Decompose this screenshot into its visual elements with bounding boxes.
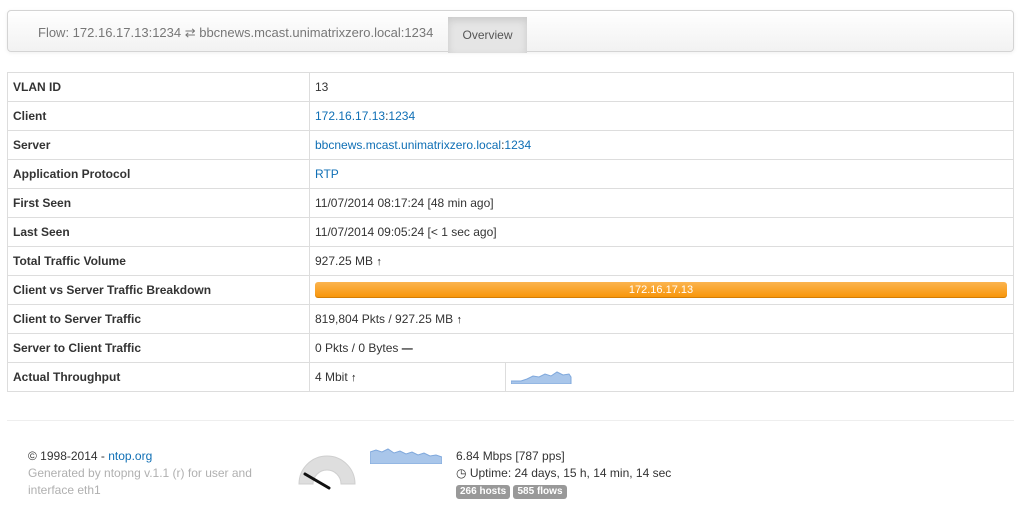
table-row: Server to Client Traffic 0 Pkts / 0 Byte… [7, 333, 1014, 363]
table-row: Server bbcnews.mcast.unimatrixzero.local… [7, 130, 1014, 160]
throughput-value: 4 Mbit [315, 370, 348, 384]
vlan-label: VLAN ID [7, 72, 310, 102]
footer-stats: 6.84 Mbps [787 pps] ◷ Uptime: 24 days, 1… [456, 448, 671, 499]
server-port-link[interactable]: 1234 [504, 138, 531, 152]
gauge-icon [298, 455, 356, 490]
server-value: bbcnews.mcast.unimatrixzero.local:1234 [309, 130, 1014, 160]
uptime-line: ◷ Uptime: 24 days, 15 h, 14 min, 14 sec [456, 465, 671, 482]
c2s-label: Client to Server Traffic [7, 304, 310, 334]
c2s-cell: 819,804 Pkts / 927.25 MB ↑ [309, 304, 1014, 334]
throughput-sparkline [510, 370, 572, 384]
throughput-sparkline-cell [505, 362, 1014, 392]
footer-credits: © 1998-2014 - ntop.org Generated by ntop… [28, 448, 268, 499]
table-row: Client 172.16.17.13:1234 [7, 101, 1014, 131]
protocol-label: Application Protocol [7, 159, 310, 189]
last-seen-value: 11/07/2014 09:05:24 [< 1 sec ago] [309, 217, 1014, 247]
last-seen-label: Last Seen [7, 217, 310, 247]
table-row: Application Protocol RTP [7, 159, 1014, 189]
table-row: Actual Throughput 4 Mbit ↑ [7, 362, 1014, 392]
footer-divider [7, 420, 1014, 421]
total-volume-value: 927.25 MB [315, 254, 374, 268]
client-label: Client [7, 101, 310, 131]
footer-sparkline [370, 448, 442, 464]
hosts-badge[interactable]: 266 hosts [456, 485, 511, 499]
copyright-line: © 1998-2014 - ntop.org [28, 448, 268, 465]
s2c-value: 0 Pkts / 0 Bytes [315, 341, 399, 355]
traffic-breakdown-bar: 172.16.17.13 [315, 282, 1007, 298]
flow-details-table: VLAN ID 13 Client 172.16.17.13:1234 Serv… [7, 72, 1014, 392]
tab-overview[interactable]: Overview [448, 17, 527, 53]
s2c-label: Server to Client Traffic [7, 333, 310, 363]
client-port-link[interactable]: 1234 [388, 109, 415, 123]
minus-icon: — [401, 343, 413, 355]
protocol-value: RTP [309, 159, 1014, 189]
flow-title: Flow: 172.16.17.13:1234 ⇄ bbcnews.mcast.… [38, 25, 434, 40]
clock-icon: ◷ [456, 466, 467, 480]
total-volume-label: Total Traffic Volume [7, 246, 310, 276]
arrow-up-icon: ↑ [376, 256, 382, 268]
total-volume-cell: 927.25 MB ↑ [309, 246, 1014, 276]
table-row: Last Seen 11/07/2014 09:05:24 [< 1 sec a… [7, 217, 1014, 247]
flows-badge[interactable]: 585 flows [513, 485, 567, 499]
table-row: Total Traffic Volume 927.25 MB ↑ [7, 246, 1014, 276]
first-seen-label: First Seen [7, 188, 310, 218]
protocol-link[interactable]: RTP [315, 167, 339, 181]
ntop-link[interactable]: ntop.org [108, 449, 152, 463]
arrow-up-icon: ↑ [351, 372, 357, 384]
c2s-value: 819,804 Pkts / 927.25 MB [315, 312, 454, 326]
client-ip-link[interactable]: 172.16.17.13 [315, 109, 385, 123]
table-row: Client to Server Traffic 819,804 Pkts / … [7, 304, 1014, 334]
first-seen-value: 11/07/2014 08:17:24 [48 min ago] [309, 188, 1014, 218]
arrow-up-icon: ↑ [456, 314, 462, 326]
client-value: 172.16.17.13:1234 [309, 101, 1014, 131]
breakdown-cell: 172.16.17.13 [309, 275, 1014, 305]
throughput-rate: 6.84 Mbps [787 pps] [456, 449, 565, 463]
s2c-cell: 0 Pkts / 0 Bytes — [309, 333, 1014, 363]
throughput-cell: 4 Mbit ↑ [309, 362, 506, 392]
server-label: Server [7, 130, 310, 160]
throughput-label: Actual Throughput [7, 362, 310, 392]
navbar: Flow: 172.16.17.13:1234 ⇄ bbcnews.mcast.… [7, 10, 1014, 53]
generated-by-text: Generated by ntopng v.1.1 (r) for user a… [28, 466, 252, 497]
uptime-text: Uptime: 24 days, 15 h, 14 min, 14 sec [469, 466, 672, 480]
breakdown-label: Client vs Server Traffic Breakdown [7, 275, 310, 305]
server-host-link[interactable]: bbcnews.mcast.unimatrixzero.local [315, 138, 501, 152]
badges: 266 hosts 585 flows [456, 482, 671, 499]
copyright-text: © 1998-2014 - [28, 449, 109, 463]
vlan-value: 13 [315, 80, 329, 94]
table-row: First Seen 11/07/2014 08:17:24 [48 min a… [7, 188, 1014, 218]
table-row: Client vs Server Traffic Breakdown 172.1… [7, 275, 1014, 305]
table-row: VLAN ID 13 [7, 72, 1014, 102]
